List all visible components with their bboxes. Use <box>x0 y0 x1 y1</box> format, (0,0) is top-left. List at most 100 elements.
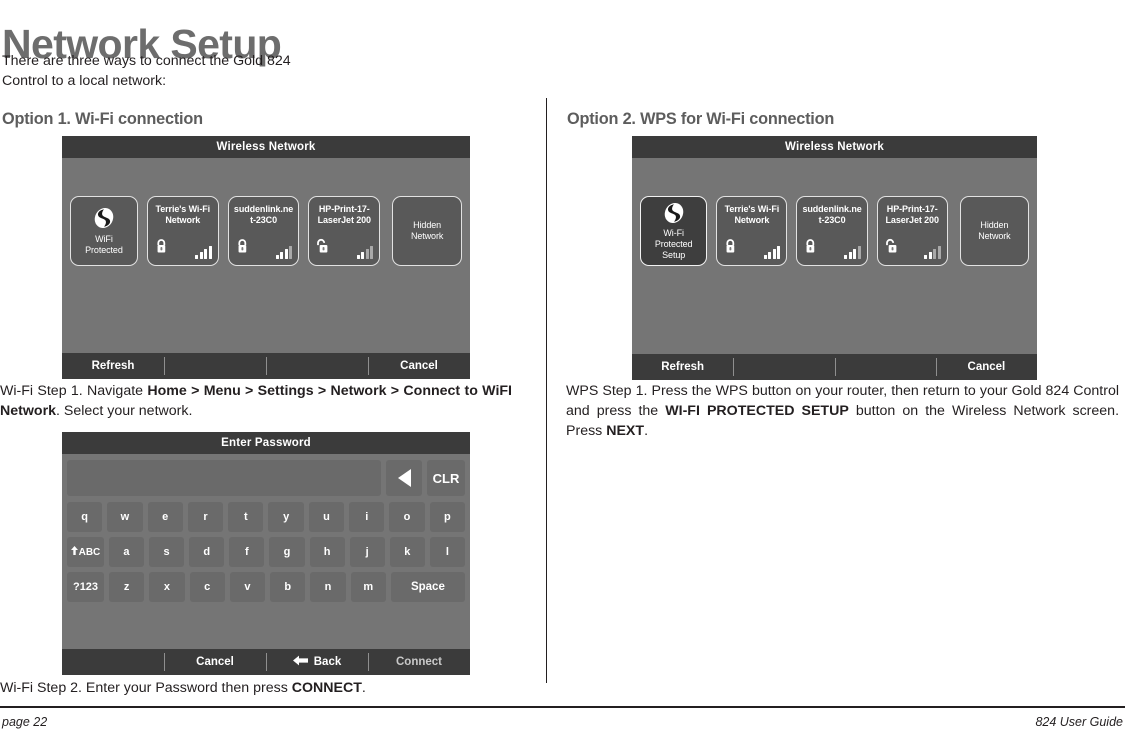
key-label: x <box>163 581 170 593</box>
key-h[interactable]: h <box>309 537 345 567</box>
network-tile-terries[interactable]: Terrie's Wi-Fi Network <box>146 196 219 266</box>
key-u[interactable]: u <box>308 502 345 532</box>
key-label: j <box>365 546 369 558</box>
key-label: o <box>403 511 411 523</box>
key-label: f <box>244 546 249 558</box>
key-m[interactable]: m <box>350 572 386 602</box>
keyboard-row-2: ABC a s d f g h j k l <box>67 537 465 567</box>
action-back[interactable]: Back <box>266 649 368 675</box>
key-d[interactable]: d <box>189 537 225 567</box>
key-label: n <box>324 581 332 593</box>
key-y[interactable]: y <box>268 502 304 532</box>
network-tile-suddenlink[interactable]: suddenlink.ne t-23C0 <box>227 196 300 266</box>
key-c[interactable]: c <box>189 572 225 602</box>
screen-body: Wi-Fi Protected Setup Terrie's Wi-Fi Network… <box>632 158 1037 376</box>
clear-key[interactable]: CLR <box>427 460 465 496</box>
key-g[interactable]: g <box>269 537 305 567</box>
tile-content: WiFi Protected <box>85 197 123 265</box>
wps-icon <box>663 202 684 223</box>
intro-line-1: There are three ways to connect the Gold… <box>2 53 291 69</box>
keyboard-row-3: ?123 z x c v b n m Space <box>67 572 465 602</box>
keyboard-body: CLR q w e r t y u i o p ABC a s d f g h j k l ?123 z x c v b n m S… <box>62 454 470 645</box>
signal-strength-icon <box>356 246 374 259</box>
password-input[interactable] <box>67 460 381 496</box>
backspace-key[interactable] <box>386 460 422 496</box>
key-label: m <box>363 581 374 593</box>
key-label: i <box>365 511 369 523</box>
intro-line-2: Control to a local network: <box>2 72 167 89</box>
action-refresh[interactable]: Refresh <box>62 353 164 379</box>
backspace-arrow-icon <box>397 469 411 487</box>
action-spacer-1 <box>733 354 834 380</box>
network-tile-row: Wi-Fi Protected Setup Terrie's Wi-Fi Network… <box>640 196 1030 266</box>
screen-action-bar: Refresh Cancel <box>62 353 470 379</box>
key-x[interactable]: x <box>149 572 185 602</box>
key-o[interactable]: o <box>389 502 425 532</box>
key-b[interactable]: b <box>270 572 306 602</box>
key-q[interactable]: q <box>67 502 103 532</box>
action-spacer-0 <box>62 649 164 675</box>
signal-strength-icon <box>924 246 941 259</box>
network-tile-terries[interactable]: Terrie's Wi-Fi Network <box>716 196 788 266</box>
wifi-step2-caption: Wi-Fi Step 2. Enter your Password then p… <box>0 678 520 698</box>
signal-strength-icon <box>275 246 293 259</box>
action-refresh[interactable]: Refresh <box>632 354 733 380</box>
signal-strength-icon <box>763 246 781 259</box>
caption-text-tail: . Select your network. <box>55 403 193 419</box>
tile-label: Terrie's Wi-Fi Network <box>724 204 780 225</box>
network-tile-hp-print[interactable]: HP-Print-17- LaserJet 200 <box>876 196 948 266</box>
screen-title: Enter Password <box>62 432 470 454</box>
wps-icon <box>93 207 115 229</box>
key-w[interactable]: w <box>107 502 143 532</box>
key-label: u <box>323 511 330 523</box>
action-connect[interactable]: Connect <box>368 649 470 675</box>
key-i[interactable]: i <box>349 502 385 532</box>
key-label: h <box>323 546 331 558</box>
key-r[interactable]: r <box>187 502 224 532</box>
key-z[interactable]: z <box>109 572 145 602</box>
footer-page-number: page 22 <box>2 715 48 729</box>
space-key[interactable]: Space <box>390 572 465 602</box>
key-p[interactable]: p <box>429 502 465 532</box>
tile-label: HP-Print-17- LaserJet 200 <box>885 204 939 225</box>
key-l[interactable]: l <box>429 537 465 567</box>
keyboard-action-bar: Cancel Back Connect <box>62 649 470 675</box>
tile-label: Wi-Fi Protected Setup <box>654 227 693 260</box>
key-f[interactable]: f <box>229 537 265 567</box>
key-t[interactable]: t <box>228 502 264 532</box>
network-tile-hidden[interactable]: Hidden Network <box>392 196 463 266</box>
tile-content: Hidden Network <box>978 197 1010 265</box>
keyboard-row-1: qwer t y u i o p <box>67 502 465 532</box>
action-label: Cancel <box>400 360 438 372</box>
key-v[interactable]: v <box>229 572 266 602</box>
signal-strength-icon <box>195 246 212 259</box>
key-a[interactable]: a <box>108 537 144 567</box>
key-k[interactable]: k <box>389 537 425 567</box>
network-tile-hp-print[interactable]: HP-Print-17- LaserJet 200 <box>308 196 381 266</box>
key-label: z <box>123 581 130 593</box>
caption-emphasis: CONNECT <box>291 680 362 696</box>
key-label: y <box>283 511 290 523</box>
tile-content: Hidden Network <box>411 197 443 265</box>
action-cancel[interactable]: Cancel <box>164 649 266 675</box>
key-j[interactable]: j <box>349 537 385 567</box>
action-cancel[interactable]: Cancel <box>368 353 470 379</box>
key-label: k <box>404 546 411 558</box>
network-tile-suddenlink[interactable]: suddenlink.ne t-23C0 <box>796 196 868 266</box>
key-label: t <box>244 511 248 523</box>
action-label: Refresh <box>661 361 705 373</box>
wps-tile[interactable]: WiFi Protected <box>70 196 138 266</box>
locked-padlock-icon <box>154 238 169 259</box>
action-cancel[interactable]: Cancel <box>935 354 1037 380</box>
wireless-network-screen-1: Wireless Network WiFi Protected Terrie's W… <box>62 136 470 379</box>
shift-abc-key[interactable]: ABC <box>67 537 104 567</box>
numbers-symbols-key[interactable]: ?123 <box>67 572 105 602</box>
key-label: l <box>445 546 449 558</box>
wps-step1-caption: WPS Step 1. Press the WPS button on your… <box>566 381 1119 441</box>
key-e[interactable]: e <box>147 502 183 532</box>
key-s[interactable]: s <box>149 537 185 567</box>
network-tile-hidden[interactable]: Hidden Network <box>959 196 1030 266</box>
key-label: Space <box>410 581 445 593</box>
wps-tile[interactable]: Wi-Fi Protected Setup <box>640 196 708 266</box>
key-n[interactable]: n <box>310 572 346 602</box>
